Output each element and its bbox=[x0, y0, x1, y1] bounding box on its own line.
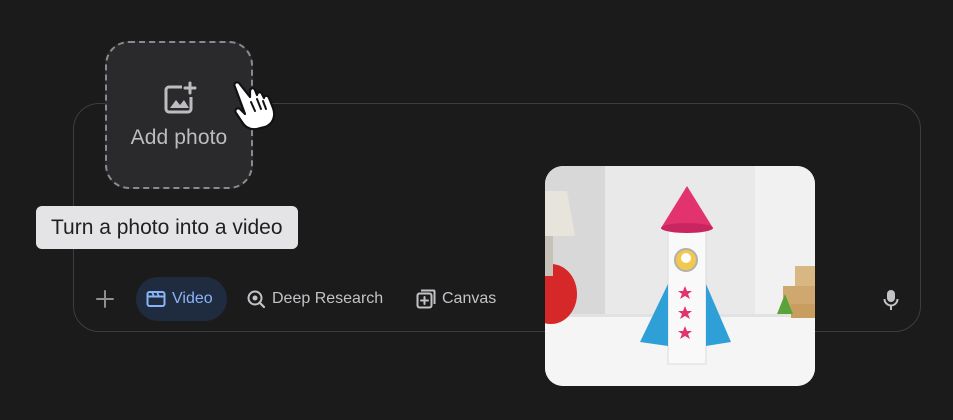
uploaded-photo[interactable] bbox=[545, 166, 815, 386]
tool-deep-research-chip[interactable]: Deep Research bbox=[236, 277, 393, 321]
tool-canvas-chip[interactable]: Canvas bbox=[406, 277, 506, 321]
tool-deep-research-label: Deep Research bbox=[272, 290, 384, 307]
add-photo-icon bbox=[164, 81, 197, 114]
deep-research-icon bbox=[247, 290, 266, 309]
canvas-icon bbox=[416, 289, 436, 309]
hand-pointer-cursor-icon bbox=[233, 81, 276, 131]
add-photo-label: Add photo bbox=[130, 126, 228, 149]
plus-icon bbox=[96, 290, 114, 308]
tool-video-label: Video bbox=[172, 290, 213, 307]
tool-canvas-label: Canvas bbox=[442, 290, 497, 307]
paper-rocket-photo bbox=[545, 166, 815, 386]
microphone-icon bbox=[883, 290, 899, 310]
microphone-button[interactable] bbox=[880, 289, 902, 311]
video-icon bbox=[146, 291, 166, 307]
add-button[interactable] bbox=[92, 286, 118, 312]
tooltip: Turn a photo into a video bbox=[36, 206, 298, 249]
tool-video-chip[interactable]: Video bbox=[136, 277, 227, 321]
